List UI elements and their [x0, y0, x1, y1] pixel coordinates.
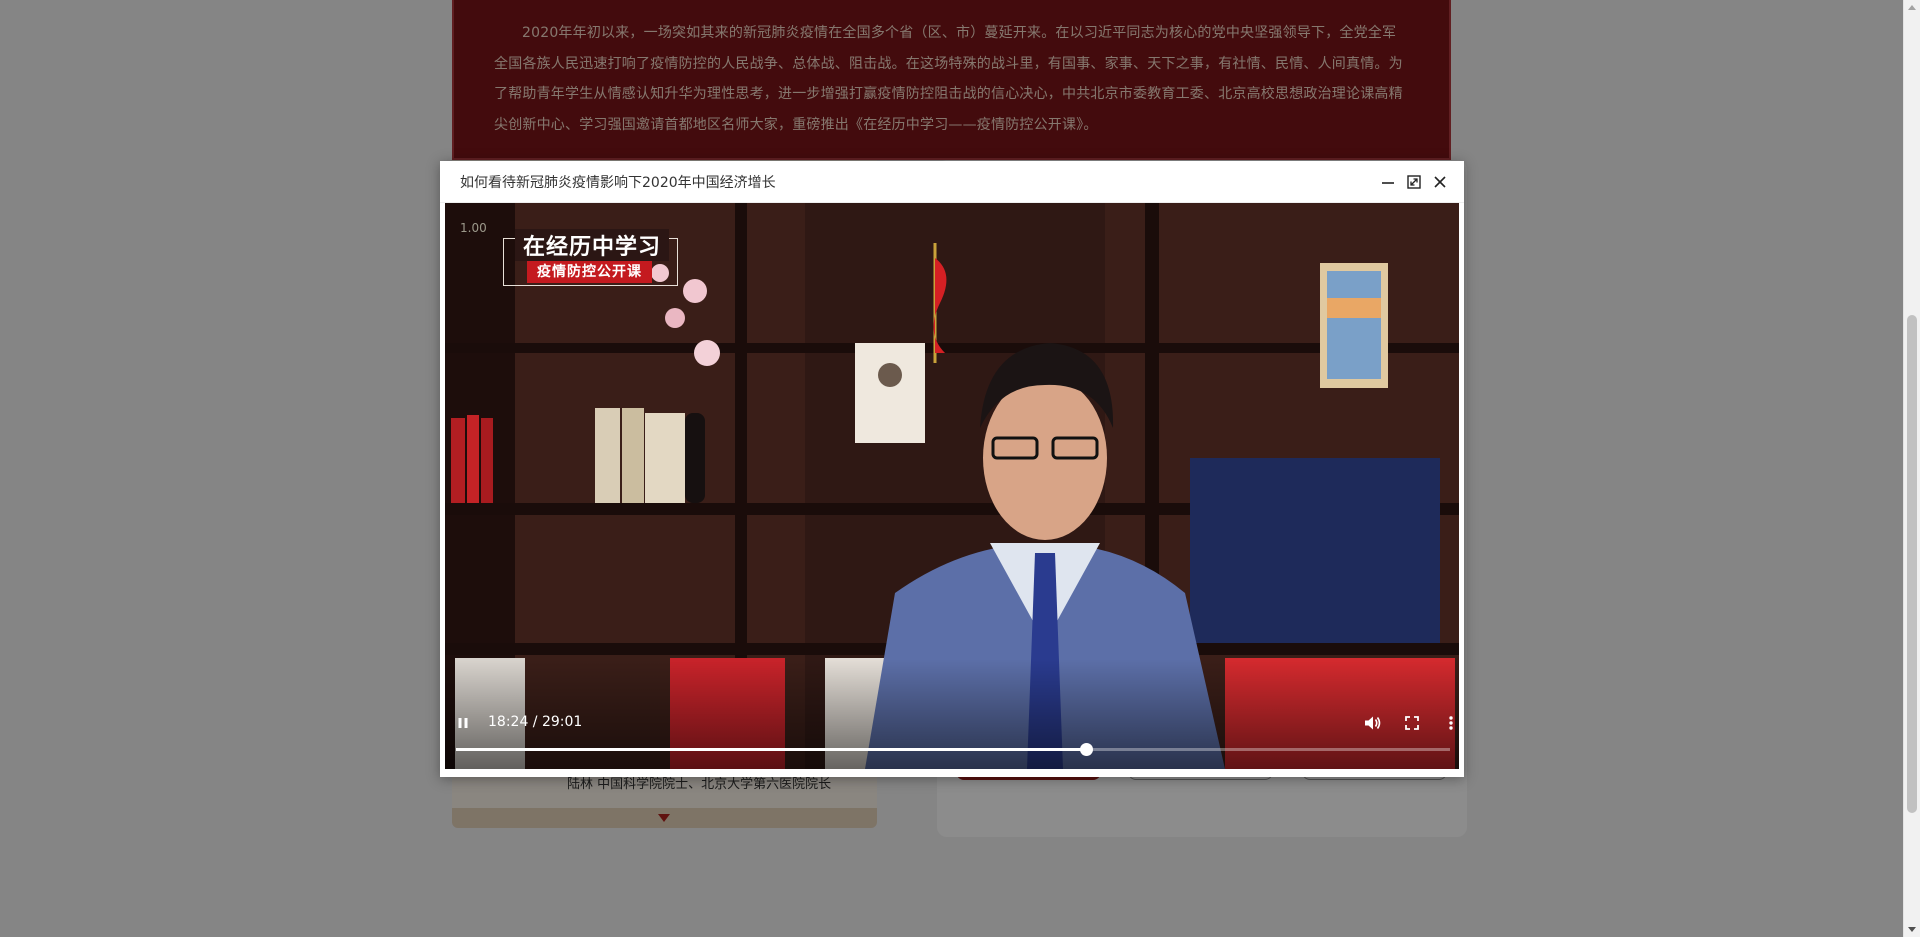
fullscreen-icon [1405, 716, 1419, 730]
minimize-button[interactable] [1377, 171, 1399, 193]
video-modal: 如何看待新冠肺炎疫情影响下2020年中国经济增长 1.00 在经历中学习 疫情防… [440, 161, 1464, 777]
more-vertical-icon [1449, 716, 1453, 730]
video-controls: 18:24 / 29:01 [445, 711, 1459, 735]
time-display: 18:24 / 29:01 [488, 714, 583, 730]
minimize-icon [1382, 182, 1394, 184]
maximize-icon [1407, 175, 1421, 189]
maximize-button[interactable] [1403, 171, 1425, 193]
volume-icon [1365, 716, 1381, 730]
pause-icon [458, 718, 468, 728]
close-button[interactable] [1429, 171, 1451, 193]
course-logo: 在经历中学习 疫情防控公开课 [503, 229, 678, 288]
scrollbar-thumb[interactable] [1907, 315, 1917, 813]
course-logo-title: 在经历中学习 [515, 229, 670, 261]
scroll-up-arrow-icon[interactable] [1908, 5, 1916, 10]
video-player[interactable]: 1.00 在经历中学习 疫情防控公开课 18:24 / 29:01 [445, 203, 1459, 769]
modal-title: 如何看待新冠肺炎疫情影响下2020年中国经济增长 [460, 174, 776, 191]
volume-button[interactable] [1362, 713, 1384, 733]
playback-speed-label: 1.00 [460, 221, 487, 235]
close-icon [1434, 176, 1446, 188]
course-logo-subtitle: 疫情防控公开课 [527, 261, 652, 283]
modal-header: 如何看待新冠肺炎疫情影响下2020年中国经济增长 [440, 161, 1464, 203]
progress-bar[interactable] [456, 743, 1450, 756]
pause-button[interactable] [455, 715, 471, 731]
more-options-button[interactable] [1440, 713, 1459, 733]
scroll-down-arrow-icon[interactable] [1908, 927, 1916, 932]
fullscreen-button[interactable] [1401, 713, 1423, 733]
page-scrollbar[interactable] [1903, 0, 1920, 937]
progress-played [456, 748, 1087, 751]
